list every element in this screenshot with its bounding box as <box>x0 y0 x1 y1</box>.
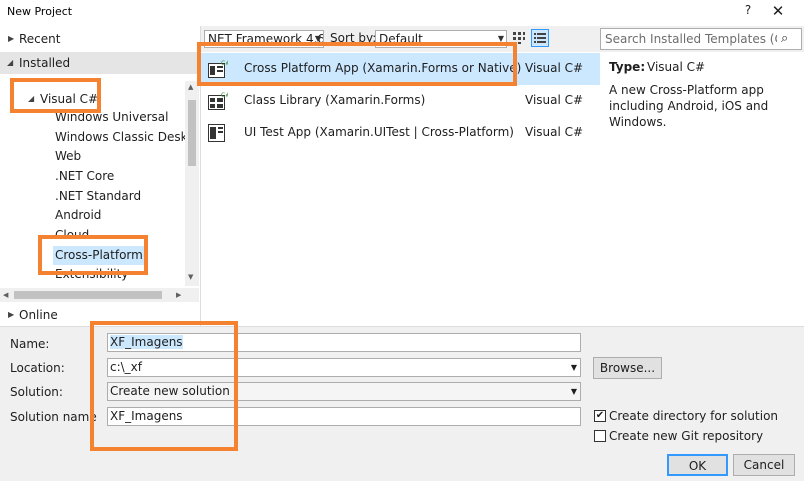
create-directory-label: Create directory for solution <box>609 409 779 423</box>
type-value: Visual C# <box>647 60 706 74</box>
chevron-right-icon: ▶ <box>8 34 15 43</box>
list-view-icon <box>534 33 546 43</box>
chevron-down-icon: ◢ <box>7 58 14 67</box>
framework-value: NET Framework 4.6 <box>208 32 324 46</box>
list-item[interactable]: C# Cross Platform App (Xamarin.Forms or … <box>201 53 600 85</box>
solution-select[interactable]: Create new solution ▼ <box>107 382 581 401</box>
nav-online[interactable]: ▶ Online <box>0 304 200 326</box>
template-toolbar: NET Framework 4.6 ▼ Sort by: Default ▼ <box>201 26 600 52</box>
nav-installed[interactable]: ◢ Installed <box>0 52 200 74</box>
tree-vertical-scrollbar[interactable]: ▲ ▼ <box>185 81 199 286</box>
description-text: A new Cross-Platform app including Andro… <box>609 83 769 129</box>
cancel-button[interactable]: Cancel <box>733 454 795 476</box>
tree-horizontal-scrollbar[interactable]: ◀ ▶ <box>0 288 199 302</box>
chevron-down-icon: ▼ <box>570 387 577 396</box>
list-item[interactable]: UI Test App (Xamarin.UITest | Cross-Plat… <box>201 117 600 149</box>
nav-installed-label: Installed <box>19 56 71 70</box>
chevron-right-icon: ▶ <box>8 310 15 319</box>
template-language: Visual C# <box>525 61 584 75</box>
template-name: UI Test App (Xamarin.UITest | Cross-Plat… <box>244 125 514 139</box>
nav-recent[interactable]: ▶ Recent <box>0 28 200 50</box>
name-value: XF_Imagens <box>110 335 183 349</box>
template-name: Cross Platform App (Xamarin.Forms or Nat… <box>244 61 522 75</box>
grid-view-icon <box>513 32 525 44</box>
class-library-icon: C# <box>208 92 228 110</box>
close-button[interactable]: ✕ <box>766 2 790 22</box>
tree-item-web[interactable]: Web <box>55 147 81 166</box>
tree-item-windows-universal[interactable]: Windows Universal <box>55 108 168 127</box>
window-title: New Project <box>7 5 73 18</box>
sort-value: Default <box>379 32 423 46</box>
list-view-button[interactable] <box>531 29 549 47</box>
tree-item-label: Visual C# <box>40 92 99 106</box>
solution-value: Create new solution <box>110 384 230 398</box>
name-field[interactable]: XF_Imagens <box>107 333 581 352</box>
chevron-down-icon: ▼ <box>497 34 504 43</box>
search-placeholder: Search Installed Templates (Ctrl <box>605 32 777 46</box>
nav-online-label: Online <box>19 308 58 322</box>
project-form: Name: XF_Imagens Location: c:\_xf ▼ Brow… <box>0 326 804 481</box>
chevron-down-icon: ◢ <box>28 94 35 103</box>
chevron-down-icon: ▼ <box>314 34 321 43</box>
scroll-right-icon[interactable]: ▶ <box>176 291 181 299</box>
cross-platform-app-icon: C# <box>208 60 228 78</box>
sort-label: Sort by: <box>330 31 377 45</box>
browse-button[interactable]: Browse... <box>593 357 662 379</box>
sort-select[interactable]: Default ▼ <box>375 30 507 48</box>
framework-select[interactable]: NET Framework 4.6 ▼ <box>204 30 324 48</box>
scroll-left-icon[interactable]: ◀ <box>3 291 8 299</box>
help-button[interactable]: ? <box>738 3 758 21</box>
ui-test-app-icon <box>208 124 225 142</box>
svg-text:C#: C# <box>221 60 228 67</box>
nav-recent-label: Recent <box>19 32 61 46</box>
scroll-down-icon[interactable]: ▼ <box>188 273 193 281</box>
location-label: Location: <box>10 361 65 375</box>
tree-item-android[interactable]: Android <box>55 206 101 225</box>
svg-text:C#: C# <box>221 92 228 99</box>
small-icons-view-button[interactable] <box>512 31 526 45</box>
tree-item-net-standard[interactable]: .NET Standard <box>55 187 141 206</box>
template-name: Class Library (Xamarin.Forms) <box>244 93 426 107</box>
create-git-label: Create new Git repository <box>609 429 764 443</box>
tree-item-windows-classic-desktop[interactable]: Windows Classic Deskto <box>55 128 185 147</box>
tree-item-cross-platform[interactable]: Cross-Platform <box>53 246 145 265</box>
create-git-checkbox[interactable] <box>594 430 606 442</box>
scrollbar-thumb[interactable] <box>188 100 196 166</box>
search-input[interactable]: Search Installed Templates (Ctrl ⌕ <box>600 28 802 50</box>
location-field[interactable]: c:\_xf ▼ <box>107 358 581 377</box>
solution-label: Solution: <box>10 385 63 399</box>
location-value: c:\_xf <box>110 360 143 374</box>
template-navigation: ▶ Recent ◢ Installed ◢ Visual C# Windows… <box>0 26 201 326</box>
template-description: Type: Visual C# A new Cross-Platform app… <box>600 52 804 326</box>
type-label: Type: <box>609 60 646 74</box>
list-item[interactable]: C# Class Library (Xamarin.Forms) Visual … <box>201 85 600 117</box>
scroll-up-icon[interactable]: ▲ <box>188 83 193 91</box>
solution-name-field[interactable]: XF_Imagens <box>107 407 581 426</box>
search-icon[interactable]: ⌕ <box>781 31 788 46</box>
template-language: Visual C# <box>525 125 584 139</box>
title-bar: New Project ? ✕ <box>0 0 804 26</box>
tree-item-extensibility[interactable]: Extensibility <box>55 267 128 281</box>
name-label: Name: <box>10 337 50 351</box>
solution-name-value: XF_Imagens <box>110 409 183 423</box>
create-directory-checkbox[interactable]: ✔ <box>594 410 606 422</box>
template-language: Visual C# <box>525 93 584 107</box>
ok-button[interactable]: OK <box>667 454 728 476</box>
chevron-down-icon[interactable]: ▼ <box>571 359 577 376</box>
template-list: C# Cross Platform App (Xamarin.Forms or … <box>201 52 600 326</box>
tree-item-net-core[interactable]: .NET Core <box>55 167 114 186</box>
scrollbar-thumb[interactable] <box>14 291 162 299</box>
tree-item-cloud[interactable]: Cloud <box>55 226 89 245</box>
solution-name-label: Solution name <box>10 410 97 424</box>
